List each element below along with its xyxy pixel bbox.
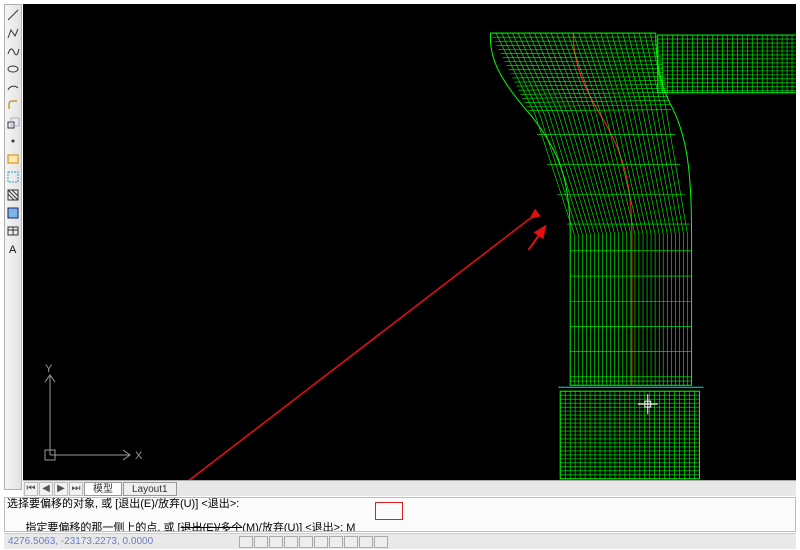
command-window[interactable]: 选择要偏移的对象, 或 [退出(E)/放弃(U)] <退出>: 指定要偏移的那一… bbox=[4, 497, 796, 532]
selectall-icon[interactable] bbox=[6, 169, 21, 184]
svg-text:X: X bbox=[135, 450, 143, 462]
svg-text:Y: Y bbox=[45, 363, 53, 375]
status-toggle[interactable] bbox=[239, 536, 253, 548]
fillet-icon[interactable] bbox=[6, 97, 21, 112]
spline-icon[interactable] bbox=[6, 43, 21, 58]
tab-prev-icon[interactable]: ◀ bbox=[39, 482, 53, 496]
status-toggle[interactable] bbox=[314, 536, 328, 548]
cmd-text-struck: 退出(E)/多个 bbox=[181, 522, 243, 532]
status-bar: 4276.5063, -23173.2273, 0.0000 bbox=[4, 533, 796, 549]
status-toggle[interactable] bbox=[374, 536, 388, 548]
status-toggle[interactable] bbox=[344, 536, 358, 548]
status-toggle-group bbox=[239, 536, 388, 548]
layout-tab-bar: ⏮ ◀ ▶ ⏭ 模型 Layout1 bbox=[23, 480, 796, 496]
line-icon[interactable] bbox=[6, 7, 21, 22]
status-toggle[interactable] bbox=[299, 536, 313, 548]
cmd-user-input: M bbox=[346, 522, 355, 532]
status-toggle[interactable] bbox=[269, 536, 283, 548]
coords-readout: 4276.5063, -23173.2273, 0.0000 bbox=[8, 536, 153, 547]
arc-icon[interactable] bbox=[6, 79, 21, 94]
text-a-icon[interactable]: A bbox=[6, 241, 21, 256]
polyline-icon[interactable] bbox=[6, 25, 21, 40]
cmd-text: (M)/放弃(U)] <退出>: bbox=[242, 522, 343, 532]
draw-toolbar: A bbox=[4, 4, 22, 490]
svg-text:A: A bbox=[9, 244, 17, 256]
status-toggle[interactable] bbox=[284, 536, 298, 548]
annotation-highlight bbox=[375, 502, 403, 520]
ellipse-icon[interactable] bbox=[6, 61, 21, 76]
ucs-icon: X Y bbox=[35, 360, 145, 470]
tab-layout1[interactable]: Layout1 bbox=[123, 482, 177, 496]
status-toggle[interactable] bbox=[254, 536, 268, 548]
point-icon[interactable] bbox=[6, 133, 21, 148]
cmd-text: 指定要偏移的那一侧上的点, 或 [ bbox=[25, 522, 180, 532]
scale-icon[interactable] bbox=[6, 115, 21, 130]
table-icon[interactable] bbox=[6, 223, 21, 238]
tab-model[interactable]: 模型 bbox=[84, 482, 122, 496]
fill-icon[interactable] bbox=[6, 205, 21, 220]
rect-icon[interactable] bbox=[6, 151, 21, 166]
hatch-icon[interactable] bbox=[6, 187, 21, 202]
model-viewport[interactable]: X Y bbox=[23, 4, 796, 480]
tab-last-icon[interactable]: ⏭ bbox=[69, 482, 83, 496]
status-toggle[interactable] bbox=[329, 536, 343, 548]
status-toggle[interactable] bbox=[359, 536, 373, 548]
tab-next-icon[interactable]: ▶ bbox=[54, 482, 68, 496]
tab-first-icon[interactable]: ⏮ bbox=[24, 482, 38, 496]
